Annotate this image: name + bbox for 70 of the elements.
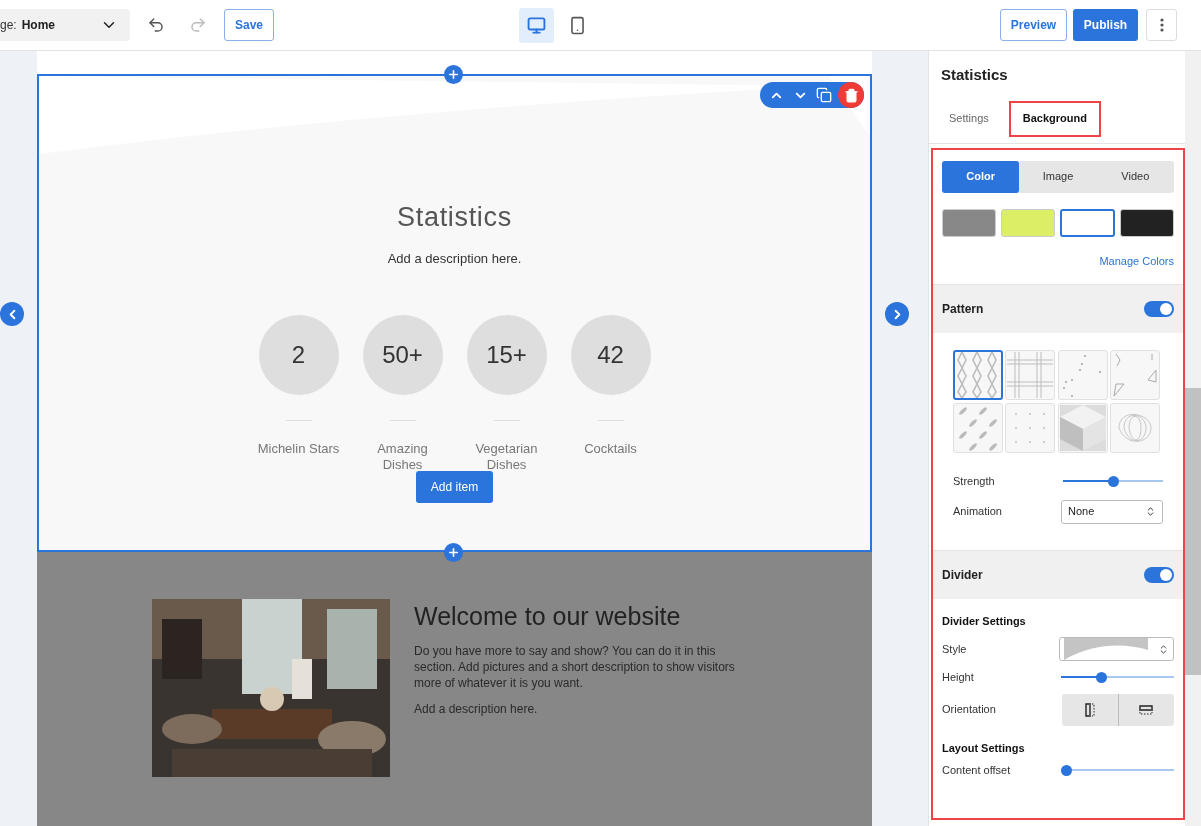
- content-offset-label: Content offset: [942, 763, 1011, 778]
- section-title: Statistics: [397, 204, 512, 231]
- stat-value: 2: [258, 314, 339, 395]
- stat-value: 42: [570, 314, 651, 395]
- up-down-icon: [1158, 643, 1169, 655]
- stat-label: Michelin Stars: [256, 440, 341, 457]
- manage-colors-link[interactable]: Manage Colors: [1099, 252, 1174, 269]
- desktop-view-button[interactable]: [519, 7, 554, 43]
- stat-label: Cocktails: [583, 440, 638, 457]
- next-arrow-button[interactable]: [885, 302, 909, 326]
- welcome-title: Welcome to our website: [414, 604, 682, 629]
- plus-icon: [447, 68, 460, 81]
- slider-thumb[interactable]: [1061, 764, 1072, 776]
- undo-icon: [147, 16, 165, 34]
- plaid-pattern-drawing: [1007, 352, 1054, 398]
- statistics-section[interactable]: Statistics Add a description here. 2 Michelin Stars 50+ Amazing Dishes 15+ Vegetarian Dishes 42 Cocktails Add item: [37, 74, 872, 552]
- layout-settings-title: Layout Settings: [942, 740, 1026, 756]
- more-icon: [1159, 18, 1164, 32]
- stat-value: 50+: [362, 314, 443, 395]
- background-mode-tab[interactable]: Video: [1096, 160, 1174, 193]
- stat-value: 15+: [466, 314, 547, 395]
- save-button[interactable]: Save: [224, 9, 274, 41]
- slider[interactable]: [1061, 671, 1174, 684]
- cube-pattern-drawing: [1059, 405, 1106, 451]
- background-mode-tab[interactable]: Color: [942, 160, 1020, 193]
- flip-horizontal-icon: [1082, 702, 1097, 717]
- toggle-switch[interactable]: [1144, 301, 1174, 317]
- up-down-icon: [1145, 506, 1156, 517]
- stat-label: Amazing Dishes: [376, 440, 429, 473]
- trash-icon: [843, 87, 859, 103]
- section-description: Add a description here.: [387, 250, 522, 268]
- page-select[interactable]: ge: Home: [0, 9, 130, 41]
- toggle-switch[interactable]: [1144, 566, 1174, 583]
- triangle-pattern-drawing: [1111, 352, 1158, 398]
- style-label: Style: [942, 641, 967, 657]
- plus-icon: [447, 546, 460, 559]
- publish-button[interactable]: Publish: [1073, 9, 1138, 41]
- preview-button[interactable]: Preview: [1000, 9, 1067, 41]
- slider[interactable]: [1063, 475, 1163, 488]
- slider-thumb[interactable]: [1095, 671, 1107, 683]
- strength-label: Strength: [953, 474, 995, 489]
- background-mode-tab[interactable]: Image: [1019, 160, 1097, 193]
- panel-title: Statistics: [941, 65, 1009, 85]
- delete-button[interactable]: [838, 82, 864, 108]
- color-swatch[interactable]: [1059, 208, 1116, 237]
- flip-vertical-icon: [1139, 702, 1154, 717]
- animation-label: Animation: [953, 504, 1002, 520]
- slider-thumb[interactable]: [1107, 475, 1119, 487]
- add-item-button[interactable]: Add item: [416, 471, 493, 503]
- color-swatch[interactable]: [942, 208, 996, 237]
- welcome-body: Do you have more to say and show? You can do it in this section. Add pictures and a short description to show visitors more of whatever it is you want.: [414, 643, 736, 691]
- redo-icon: [189, 16, 207, 34]
- color-swatch[interactable]: [1000, 208, 1055, 237]
- pattern-label: Pattern: [942, 301, 984, 318]
- slider[interactable]: [1061, 764, 1174, 777]
- stat-label: Vegetarian Dishes: [474, 440, 539, 473]
- panel-tab[interactable]: Settings: [937, 100, 1001, 137]
- divider-settings-title: Divider Settings: [942, 613, 1027, 629]
- welcome-description: Add a description here.: [414, 701, 539, 718]
- copy-icon: [816, 87, 832, 103]
- smartphone-icon: [568, 15, 587, 35]
- color-swatch[interactable]: [1120, 208, 1174, 237]
- height-label: Height: [942, 670, 974, 685]
- animation-select[interactable]: None: [1061, 499, 1163, 524]
- previous-arrow-button[interactable]: [0, 302, 24, 326]
- orientation-label: Orientation: [942, 702, 996, 718]
- divider-label: Divider: [942, 566, 983, 584]
- monitor-icon: [527, 15, 546, 35]
- panel-tab[interactable]: Background: [1008, 100, 1101, 137]
- duplicate-button[interactable]: [814, 85, 834, 105]
